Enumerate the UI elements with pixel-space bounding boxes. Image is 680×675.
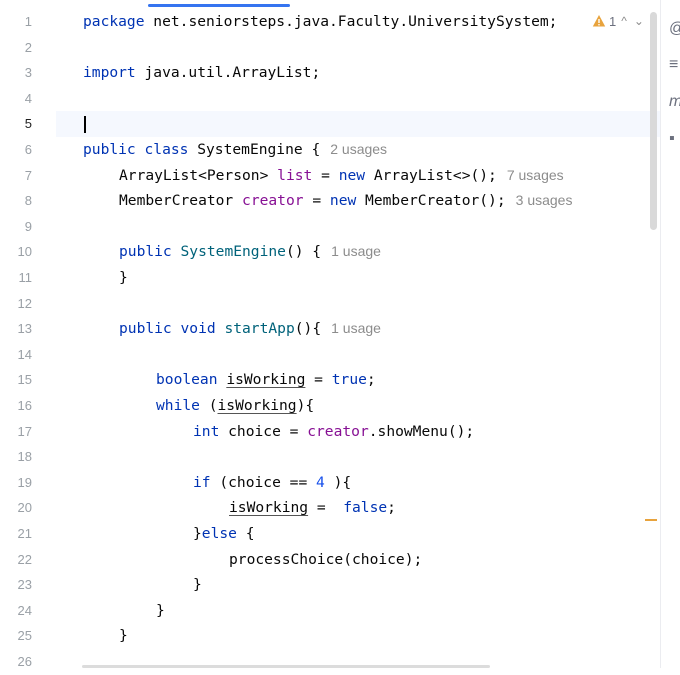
code-line-6[interactable]: public class SystemEngine {2 usages [83, 137, 387, 163]
warning-count[interactable]: 1 [609, 14, 616, 29]
code-line-17[interactable]: int choice = creator.showMenu(); [193, 419, 474, 445]
code-line-7[interactable]: ArrayList<Person> list = new ArrayList<>… [119, 163, 564, 189]
line-number[interactable]: 26 [0, 649, 32, 675]
line-number[interactable]: 16 [0, 393, 32, 419]
chevron-down-icon[interactable]: ⌄ [632, 14, 646, 28]
usages-hint[interactable]: 7 usages [507, 167, 564, 183]
plugin-icon[interactable]: ▪ [669, 130, 680, 148]
code-line-24[interactable]: } [156, 598, 165, 624]
line-number[interactable]: 8 [0, 188, 32, 214]
line-number[interactable]: 19 [0, 470, 32, 496]
active-tab-indicator [148, 4, 290, 7]
line-number[interactable]: 15 [0, 367, 32, 393]
warning-marker[interactable] [645, 519, 657, 521]
code-line-11[interactable]: } [119, 265, 128, 291]
line-number[interactable]: 1 [0, 9, 32, 35]
code-editor[interactable]: 1 2 3 4 5 6 7 8 9 10 11 12 13 14 15 16 17 18 19 20 21 22 23 24 2… [0, 0, 660, 669]
line-number[interactable]: 10 [0, 239, 32, 265]
line-number[interactable]: 3 [0, 60, 32, 86]
line-number[interactable]: 6 [0, 137, 32, 163]
line-number[interactable]: 18 [0, 444, 32, 470]
line-number[interactable]: 4 [0, 86, 32, 112]
line-number[interactable]: 24 [0, 598, 32, 624]
line-number[interactable]: 21 [0, 521, 32, 547]
line-number[interactable]: 9 [0, 214, 32, 240]
keyword: package [83, 13, 145, 30]
usages-hint[interactable]: 3 usages [516, 192, 573, 208]
code-line-8[interactable]: MemberCreator creator = new MemberCreato… [119, 188, 572, 214]
line-number[interactable]: 22 [0, 547, 32, 573]
usages-hint[interactable]: 1 usage [331, 320, 381, 336]
line-number[interactable]: 13 [0, 316, 32, 342]
usages-hint[interactable]: 1 usage [331, 243, 381, 259]
code-line-25[interactable]: } [119, 623, 128, 649]
right-tool-window-bar: @ ≡ m ▪ [660, 0, 680, 668]
database-icon[interactable]: ≡ [669, 56, 680, 74]
line-number[interactable]: 7 [0, 163, 32, 189]
warning-icon[interactable] [592, 14, 606, 28]
code-line-15[interactable]: boolean isWorking = true; [156, 367, 376, 393]
line-number[interactable]: 5 [0, 111, 32, 137]
inspection-widget[interactable]: 1 ^ ⌄ [592, 11, 646, 31]
line-number[interactable]: 17 [0, 419, 32, 445]
line-number[interactable]: 14 [0, 342, 32, 368]
chevron-up-icon[interactable]: ^ [619, 14, 629, 28]
line-number[interactable]: 20 [0, 495, 32, 521]
line-number[interactable]: 12 [0, 291, 32, 317]
current-line-highlight [56, 111, 660, 137]
text-caret [84, 116, 86, 133]
code-line-22[interactable]: processChoice(choice); [229, 547, 422, 573]
code-line-13[interactable]: public void startApp(){1 usage [119, 316, 381, 342]
code-line-21[interactable]: }else { [193, 521, 255, 547]
code-line-1[interactable]: package net.seniorsteps.java.Faculty.Uni… [83, 9, 557, 35]
vertical-scrollbar[interactable] [650, 12, 657, 230]
usages-hint[interactable]: 2 usages [330, 141, 387, 157]
line-number[interactable]: 23 [0, 572, 32, 598]
line-number[interactable]: 25 [0, 623, 32, 649]
code-line-16[interactable]: while (isWorking){ [156, 393, 314, 419]
ai-assistant-icon[interactable]: @ [669, 20, 680, 38]
code-line-20[interactable]: isWorking = false; [229, 495, 396, 521]
code-line-19[interactable]: if (choice == 4 ){ [193, 470, 351, 496]
line-number[interactable]: 2 [0, 35, 32, 61]
line-number[interactable]: 11 [0, 265, 33, 291]
code-line-10[interactable]: public SystemEngine() {1 usage [119, 239, 381, 265]
code-line-23[interactable]: } [193, 572, 202, 598]
maven-icon[interactable]: m [669, 93, 680, 111]
code-line-3[interactable]: import java.util.ArrayList; [83, 60, 320, 86]
